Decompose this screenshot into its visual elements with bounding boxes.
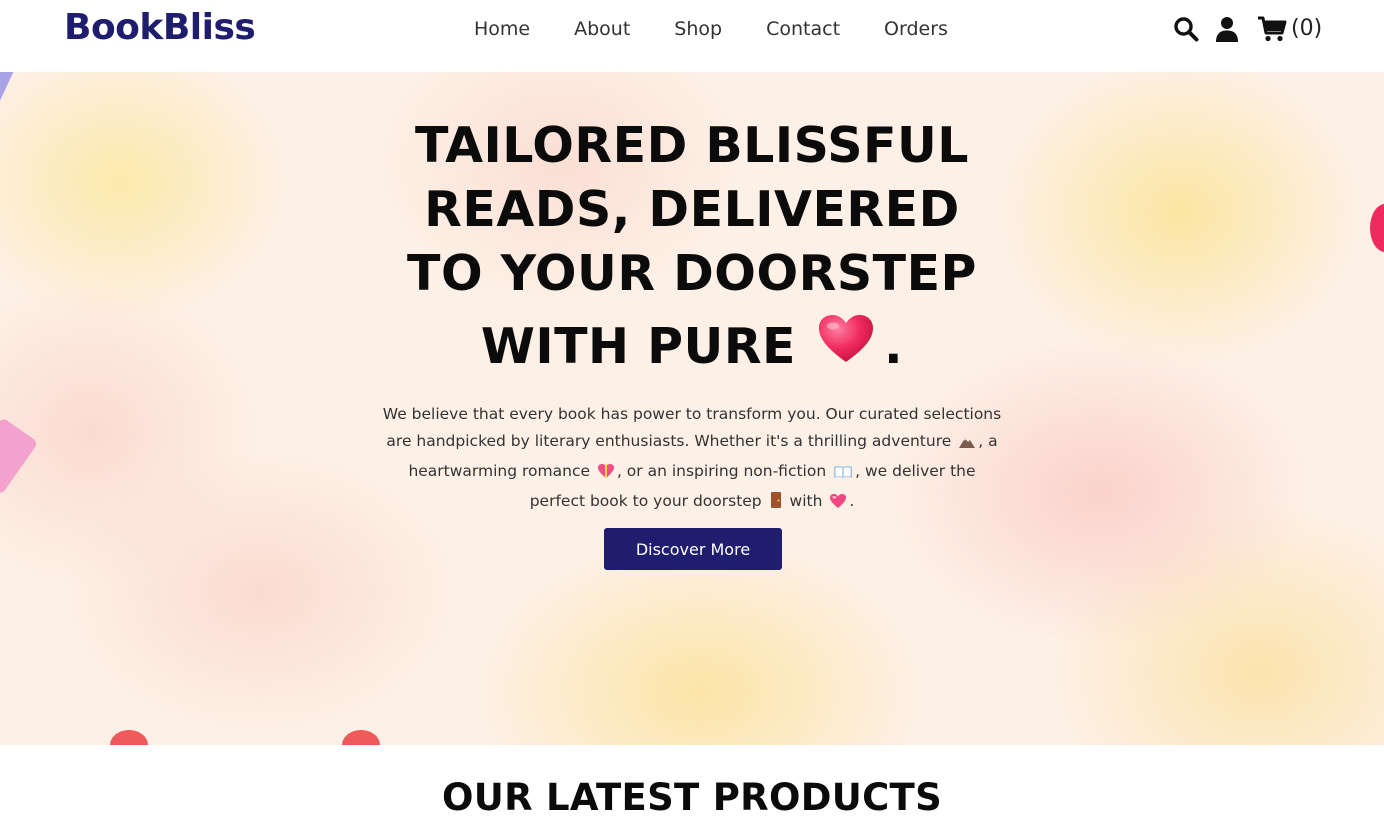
nav-about[interactable]: About: [574, 17, 630, 41]
hero-text-part: .: [849, 492, 855, 510]
user-icon[interactable]: [1215, 16, 1239, 42]
latest-products-heading: OUR LATEST PRODUCTS: [441, 776, 943, 819]
decorative-heart-balloon: [1370, 204, 1384, 252]
heart-emoji: [818, 314, 874, 380]
hero-title-last-line: WITH PURE .: [372, 314, 1012, 380]
hero-title-line: READS, DELIVERED: [424, 181, 960, 238]
door-emoji: [769, 491, 783, 518]
decorative-book-edge: [0, 72, 16, 104]
cart-button[interactable]: (0): [1257, 15, 1322, 43]
discover-more-button[interactable]: Discover More: [604, 528, 782, 570]
main-nav: Home About Shop Contact Orders: [474, 17, 992, 41]
pink-heart-emoji: [829, 491, 847, 518]
site-header: BookBliss Home About Shop Contact Orders: [0, 0, 1384, 72]
nav-orders[interactable]: Orders: [884, 17, 948, 41]
search-icon[interactable]: [1173, 16, 1199, 42]
hero-title-end: .: [884, 318, 904, 375]
header-actions: (0): [1173, 14, 1322, 44]
nav-home[interactable]: Home: [474, 17, 530, 41]
hero-title: TAILORED BLISSFUL READS, DELIVERED TO YO…: [372, 114, 1012, 380]
hero-title-line: WITH PURE: [480, 318, 797, 375]
site-logo[interactable]: BookBliss: [64, 8, 256, 48]
hero-text-part: , or an inspiring non-fiction: [616, 462, 827, 480]
hero-text-part: with: [784, 492, 823, 510]
hero-text-part: We believe that every book has power to …: [382, 405, 1002, 450]
mountain-emoji: [958, 431, 976, 458]
decorative-pink-book: [0, 417, 39, 495]
decorative-balloon: [110, 730, 148, 745]
nav-contact[interactable]: Contact: [766, 17, 840, 41]
hero-title-line: TO YOUR DOORSTEP: [407, 245, 977, 302]
hero-description: We believe that every book has power to …: [382, 401, 1002, 518]
cart-count: (0): [1291, 16, 1323, 41]
cart-icon: [1257, 16, 1287, 42]
open-book-emoji: [833, 461, 853, 488]
hero-title-line: TAILORED BLISSFUL: [414, 117, 969, 174]
nav-shop[interactable]: Shop: [674, 17, 722, 41]
decorative-balloon: [342, 730, 380, 745]
heart-gift-emoji: [597, 461, 615, 488]
